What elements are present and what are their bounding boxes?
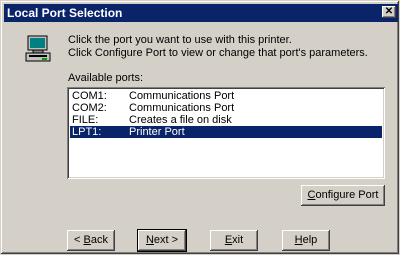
exit-button[interactable]: Exit [210, 230, 258, 251]
port-description: Printer Port [129, 126, 185, 138]
port-name: COM2: [72, 102, 107, 114]
port-row-com2[interactable]: COM2: Communications Port [70, 102, 382, 114]
port-description: Communications Port [129, 102, 235, 114]
help-label: elp [302, 234, 318, 246]
port-row-lpt1[interactable]: LPT1: Printer Port [69, 125, 383, 139]
help-button[interactable]: Help [282, 230, 330, 251]
configure-port-button[interactable]: Configure Port [301, 185, 385, 206]
next-label: ext > [153, 234, 179, 246]
instruction-line-2: Click Configure Port to view or change t… [68, 47, 368, 59]
instruction-line-1: Click the port you want to use with this… [68, 34, 292, 46]
back-mnemonic: B [83, 234, 91, 246]
close-button[interactable]: ✕ [382, 6, 396, 18]
help-mnemonic: H [294, 234, 303, 246]
exit-label: xit [232, 234, 244, 246]
dialog-window: Local Port Selection ✕ Click the port yo… [0, 0, 400, 255]
port-description: Communications Port [129, 90, 235, 102]
back-button[interactable]: < Back [67, 230, 115, 251]
port-row-com1[interactable]: COM1: Communications Port [70, 90, 382, 102]
port-description: Creates a file on disk [129, 114, 232, 126]
next-button[interactable]: Next > [137, 229, 187, 252]
instructions: Click the port you want to use with this… [68, 34, 368, 60]
title-bar: Local Port Selection ✕ [4, 4, 398, 22]
window-title: Local Port Selection [7, 6, 123, 20]
port-name: LPT1: [72, 126, 102, 138]
configure-label: onfigure Port [315, 189, 379, 201]
back-label: ack [90, 234, 108, 246]
next-mnemonic: N [145, 234, 154, 246]
available-ports-label: Available ports: [68, 72, 144, 84]
port-row-file[interactable]: FILE: Creates a file on disk [70, 114, 382, 126]
back-prefix: < [74, 234, 84, 246]
ports-listbox[interactable]: COM1: Communications Port COM2: Communic… [67, 87, 385, 179]
port-name: COM1: [72, 90, 107, 102]
printer-computer-icon [25, 35, 51, 62]
port-name: FILE: [72, 114, 99, 126]
